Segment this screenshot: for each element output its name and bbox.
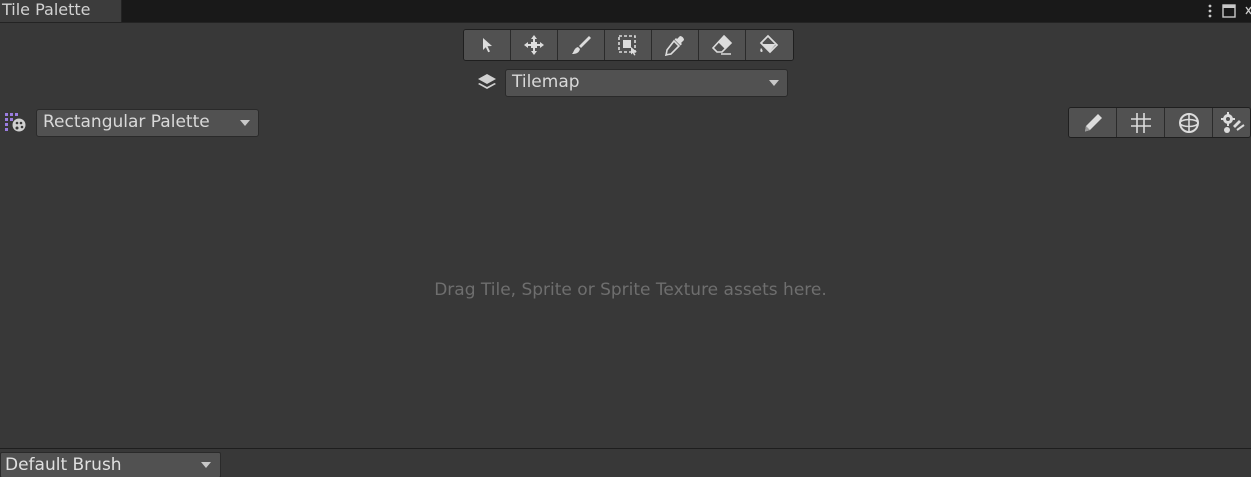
chevron-down-icon	[201, 462, 211, 468]
active-tilemap-value: Tilemap	[512, 72, 580, 92]
grid-toggle-button[interactable]	[1117, 108, 1165, 137]
window-controls	[1207, 0, 1251, 22]
paint-tool[interactable]	[558, 30, 605, 60]
box-select-icon	[618, 35, 637, 56]
palette-settings-button[interactable]	[1213, 108, 1250, 137]
palette-dropdown[interactable]: Rectangular Palette	[36, 109, 259, 137]
palette-value: Rectangular Palette	[43, 112, 210, 132]
box-fill-tool[interactable]	[605, 30, 652, 60]
gizmo-icon	[1178, 112, 1199, 133]
maximize-icon[interactable]	[1221, 3, 1237, 19]
brush-icon	[572, 36, 591, 54]
tab-bar: Tile Palette	[0, 0, 1251, 23]
move-arrows-icon	[524, 35, 544, 55]
gizmos-toggle-button[interactable]	[1165, 108, 1213, 137]
grid-icon	[1130, 112, 1151, 133]
close-icon[interactable]	[1245, 3, 1251, 19]
brush-dropdown[interactable]: Default Brush	[0, 452, 221, 477]
chevron-down-icon	[769, 80, 779, 86]
edit-palette-button[interactable]	[1069, 108, 1117, 137]
eraser-icon	[711, 34, 733, 55]
active-tilemap-dropdown[interactable]: Tilemap	[505, 69, 788, 97]
erase-tool[interactable]	[699, 30, 746, 60]
layers-icon	[475, 72, 499, 94]
more-options-icon[interactable]	[1207, 3, 1213, 19]
tile-palette-window: Tile Palette Tilemap Rectangular Palette…	[0, 0, 1251, 477]
bottom-bar: Default Brush	[0, 448, 1251, 477]
palette-icon	[4, 111, 28, 133]
palette-toolbar	[1068, 107, 1251, 138]
eyedropper-icon	[664, 36, 684, 56]
drop-area-message: Drag Tile, Sprite or Sprite Texture asse…	[434, 280, 827, 300]
settings-icon	[1220, 111, 1245, 133]
pointer-icon	[483, 38, 492, 53]
select-tool[interactable]	[464, 30, 511, 60]
tool-strip	[463, 29, 794, 61]
paint-bucket-icon	[759, 34, 778, 54]
flood-fill-tool[interactable]	[746, 30, 793, 60]
tab-tile-palette[interactable]: Tile Palette	[0, 0, 122, 22]
brush-value: Default Brush	[5, 455, 122, 475]
move-tool[interactable]	[511, 30, 558, 60]
pick-tool[interactable]	[652, 30, 699, 60]
pencil-icon	[1084, 113, 1102, 131]
chevron-down-icon	[240, 120, 250, 126]
